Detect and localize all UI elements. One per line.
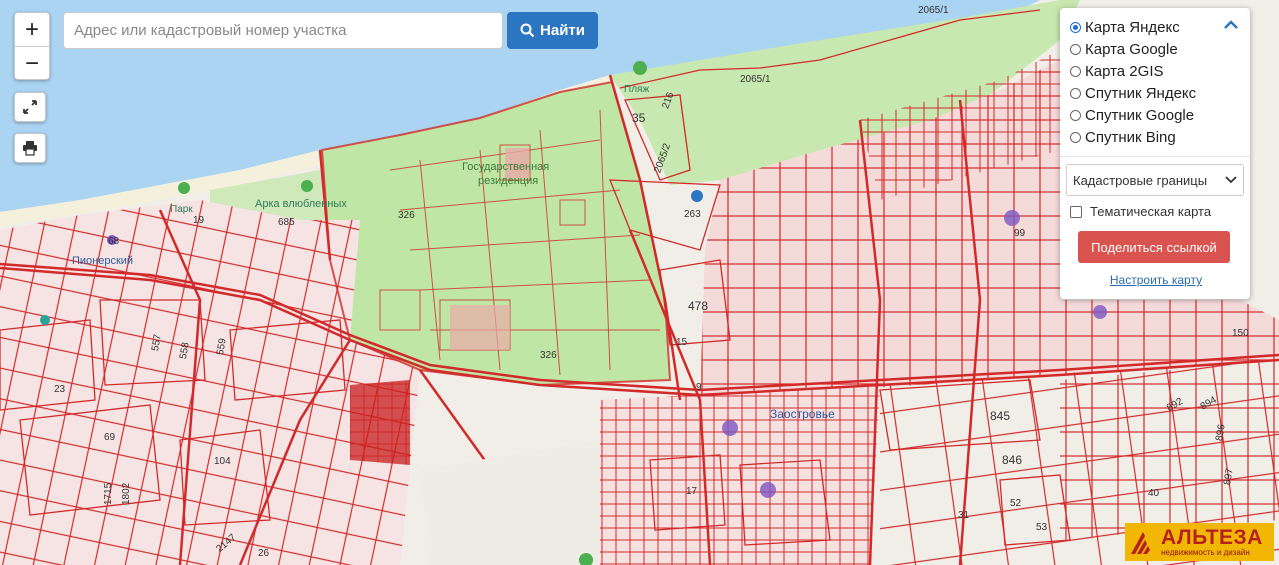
- chevron-down-icon: [1225, 176, 1237, 184]
- place-label: Пионерский: [72, 255, 133, 267]
- zoom-control: + −: [14, 12, 50, 80]
- parcel-label: 9: [696, 382, 702, 393]
- radio-yandex-map[interactable]: [1070, 21, 1081, 33]
- layer-option-label: Карта Яндекс: [1085, 18, 1180, 36]
- parcel-label: 99: [1014, 228, 1026, 239]
- layer-option-yandex-map[interactable]: Карта Яндекс: [1070, 16, 1242, 38]
- parcel-label: 26: [258, 548, 270, 559]
- logo-tagline: недвижимость и дизайн: [1161, 547, 1250, 557]
- place-label: Парк: [170, 204, 193, 215]
- altezza-logo: АЛЬТЕЗА недвижимость и дизайн: [1125, 523, 1274, 561]
- thematic-map-checkbox[interactable]: [1070, 205, 1082, 218]
- radio-2gis-map[interactable]: [1070, 65, 1081, 77]
- parcel-label: 685: [278, 217, 295, 228]
- parcel-label: 15: [676, 337, 688, 348]
- expand-icon: [23, 100, 37, 114]
- parcel-label: 1802: [121, 482, 132, 505]
- parcel-label: 326: [540, 350, 557, 361]
- park-building: [450, 305, 510, 350]
- radio-yandex-satellite[interactable]: [1070, 87, 1081, 99]
- overlay-select-value: Кадастровые границы: [1073, 172, 1208, 188]
- radio-bing-satellite[interactable]: [1070, 131, 1081, 143]
- configure-map-link[interactable]: Настроить карту: [1070, 273, 1242, 287]
- parcel-label: 31: [958, 510, 970, 521]
- panel-divider: [1060, 156, 1250, 157]
- radio-google-satellite[interactable]: [1070, 109, 1081, 121]
- thematic-map-label: Тематическая карта: [1090, 204, 1212, 219]
- parcel-label: 326: [398, 210, 415, 221]
- layer-option-2gis-map[interactable]: Карта 2GIS: [1070, 60, 1242, 82]
- print-button[interactable]: [14, 133, 46, 163]
- radio-google-map[interactable]: [1070, 43, 1081, 55]
- layer-option-google-satellite[interactable]: Спутник Google: [1070, 104, 1242, 126]
- overlay-select[interactable]: Кадастровые границы: [1066, 164, 1244, 196]
- parcel-label: 68: [108, 236, 120, 247]
- layer-option-label: Спутник Bing: [1085, 128, 1176, 146]
- parcel-label: 23: [54, 384, 66, 395]
- zoom-out-button[interactable]: −: [15, 47, 49, 79]
- parcel-label: 845: [990, 409, 1010, 423]
- layer-option-label: Спутник Яндекс: [1085, 84, 1197, 102]
- parcel-label: 150: [1232, 328, 1249, 339]
- parcel-label: 263: [684, 209, 701, 220]
- parcel-label: 19: [193, 215, 205, 226]
- parcel-grid-far-southeast: [1060, 360, 1279, 540]
- parcel-label: 104: [214, 456, 231, 467]
- parcel-label: 69: [104, 432, 116, 443]
- parcel-label: 1715: [103, 482, 114, 505]
- parcel-label: 17: [686, 486, 698, 497]
- find-button-label: Найти: [540, 22, 585, 39]
- layers-panel: Карта Яндекс Карта Google Карта 2GIS Спу…: [1060, 8, 1250, 299]
- parcel-label: 40: [1148, 488, 1160, 499]
- garage-grid: [350, 380, 410, 465]
- print-icon: [23, 141, 37, 156]
- share-link-button[interactable]: Поделиться ссылкой: [1078, 231, 1230, 263]
- place-label: Государственная: [462, 161, 549, 173]
- parcel-grid-west: [0, 200, 420, 565]
- zoom-in-button[interactable]: +: [15, 13, 49, 47]
- search-input[interactable]: [63, 12, 503, 49]
- parcel-label: 53: [1036, 522, 1048, 533]
- place-label: резиденция: [478, 175, 538, 187]
- layer-option-google-map[interactable]: Карта Google: [1070, 38, 1242, 60]
- parcel-label: 52: [1010, 498, 1022, 509]
- logo-mark-icon: [1131, 532, 1150, 554]
- layer-option-label: Карта 2GIS: [1085, 62, 1164, 80]
- place-label: Пляж: [624, 84, 649, 95]
- fullscreen-button[interactable]: [14, 92, 46, 122]
- layer-option-label: Карта Google: [1085, 40, 1178, 58]
- parcel-label: 2065/1: [740, 74, 771, 85]
- search-icon: [520, 23, 535, 38]
- thematic-map-toggle[interactable]: Тематическая карта: [1070, 204, 1242, 219]
- logo-brand: АЛЬТЕЗА: [1161, 525, 1263, 549]
- layer-option-yandex-satellite[interactable]: Спутник Яндекс: [1070, 82, 1242, 104]
- parcel-label: 846: [1002, 453, 1022, 467]
- parcel-label: 2065/1: [918, 5, 949, 16]
- place-label: Арка влюбленных: [255, 198, 347, 210]
- layer-option-label: Спутник Google: [1085, 106, 1195, 124]
- layer-option-bing-satellite[interactable]: Спутник Bing: [1070, 126, 1242, 148]
- chevron-up-icon[interactable]: [1222, 18, 1240, 32]
- parcel-label: 35: [632, 111, 646, 125]
- place-label: Заостровье: [770, 407, 835, 421]
- parcel-label: 478: [688, 299, 708, 313]
- find-button[interactable]: Найти: [507, 12, 598, 49]
